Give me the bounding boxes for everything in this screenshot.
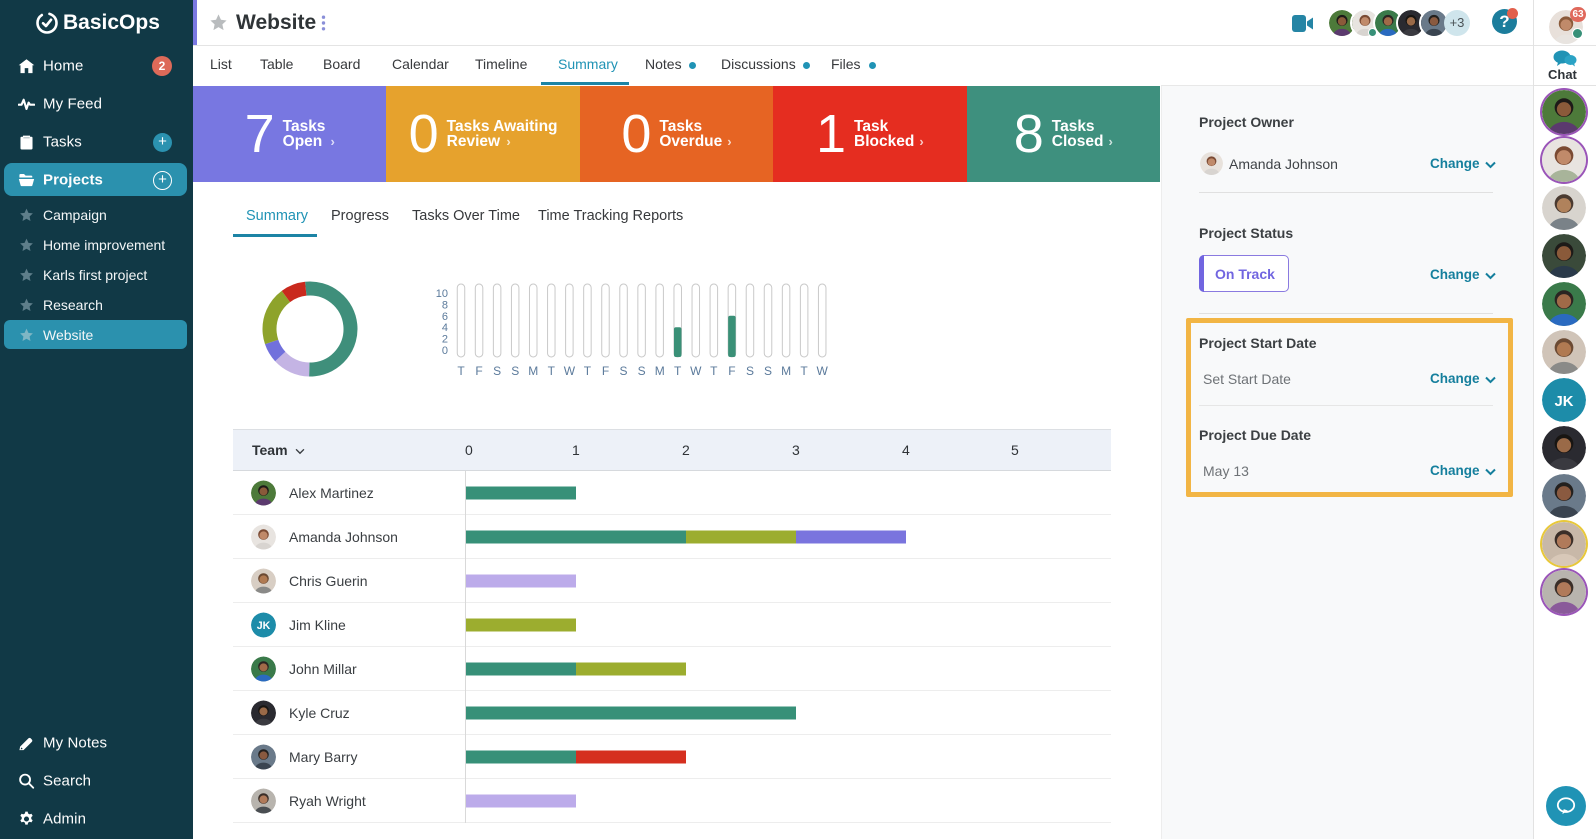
svg-text:6: 6 — [442, 311, 448, 323]
svg-text:10: 10 — [436, 288, 448, 300]
svg-text:W: W — [564, 364, 576, 378]
svg-text:0: 0 — [442, 345, 448, 357]
svg-text:M: M — [781, 364, 791, 378]
svg-text:F: F — [475, 364, 482, 378]
svg-text:M: M — [528, 364, 538, 378]
svg-text:F: F — [602, 364, 609, 378]
svg-text:T: T — [548, 364, 556, 378]
svg-text:T: T — [457, 364, 465, 378]
svg-text:S: S — [746, 364, 754, 378]
svg-text:S: S — [638, 364, 646, 378]
svg-text:S: S — [619, 364, 627, 378]
svg-text:4: 4 — [442, 322, 448, 334]
svg-text:T: T — [710, 364, 718, 378]
svg-text:T: T — [800, 364, 808, 378]
svg-text:S: S — [493, 364, 501, 378]
svg-text:W: W — [817, 364, 829, 378]
svg-text:F: F — [728, 364, 735, 378]
svg-text:T: T — [584, 364, 592, 378]
svg-text:S: S — [511, 364, 519, 378]
svg-text:JK: JK — [1555, 394, 1574, 410]
svg-text:M: M — [655, 364, 665, 378]
svg-text:W: W — [690, 364, 702, 378]
svg-text:2: 2 — [442, 334, 448, 346]
svg-text:T: T — [674, 364, 682, 378]
svg-text:8: 8 — [442, 299, 448, 311]
svg-text:JK: JK — [257, 619, 271, 631]
svg-text:S: S — [764, 364, 772, 378]
